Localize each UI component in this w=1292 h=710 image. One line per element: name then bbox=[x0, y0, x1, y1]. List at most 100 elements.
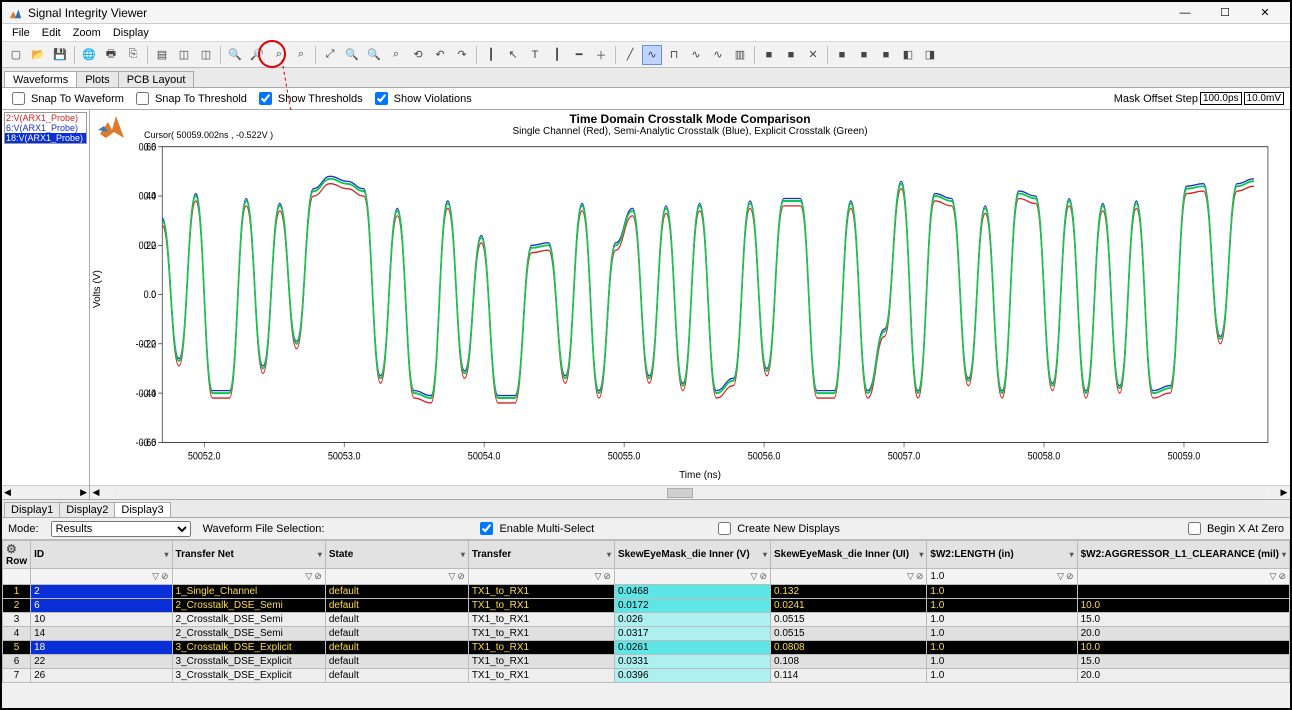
plot-area[interactable]: -0.6-0.4-0.200.20.40.650052.050053.05005… bbox=[122, 137, 1278, 479]
clear-filter-icon[interactable]: ⊘ bbox=[1278, 571, 1286, 582]
tb-zoom-fit-icon[interactable]: ⤢ bbox=[320, 45, 340, 65]
tb-step-fwd-icon[interactable]: ↷ bbox=[452, 45, 472, 65]
sort-icon[interactable]: ▾ bbox=[919, 550, 923, 559]
funnel-icon[interactable]: ▽ bbox=[305, 571, 312, 582]
col--w2-length-in-[interactable]: $W2:LENGTH (in)▾ bbox=[927, 541, 1077, 569]
tb-sq3-icon[interactable]: ■ bbox=[832, 45, 852, 65]
tb-zoom-area2-icon[interactable]: ⌕ bbox=[291, 45, 311, 65]
filter-input[interactable] bbox=[176, 571, 304, 582]
menu-edit[interactable]: Edit bbox=[38, 26, 65, 40]
table-row[interactable]: 121_Single_ChanneldefaultTX1_to_RX10.046… bbox=[3, 585, 1290, 599]
display-tab-display3[interactable]: Display3 bbox=[114, 502, 170, 517]
sort-icon[interactable]: ▾ bbox=[165, 550, 169, 559]
sort-icon[interactable]: ▾ bbox=[318, 550, 322, 559]
menu-display[interactable]: Display bbox=[109, 26, 153, 40]
tb-text-icon[interactable]: T bbox=[525, 45, 545, 65]
mask-time-value[interactable]: 100.0ps bbox=[1200, 92, 1242, 105]
filter-input[interactable] bbox=[472, 571, 593, 582]
sidebar-scroll[interactable]: ◀▶ bbox=[2, 485, 89, 499]
tb-crosshair-icon[interactable]: ＋ bbox=[591, 45, 611, 65]
tb-cursor-icon[interactable]: ↖ bbox=[503, 45, 523, 65]
close-button[interactable]: ✕ bbox=[1246, 3, 1284, 23]
maximize-button[interactable]: ☐ bbox=[1206, 3, 1244, 23]
clear-filter-icon[interactable]: ⊘ bbox=[1066, 571, 1074, 582]
table-row[interactable]: 3102_Crosstalk_DSE_SemidefaultTX1_to_RX1… bbox=[3, 613, 1290, 627]
col-state[interactable]: State▾ bbox=[325, 541, 468, 569]
funnel-icon[interactable]: ▽ bbox=[751, 571, 758, 582]
results-grid[interactable]: ⚙RowID▾Transfer Net▾State▾Transfer▾SkewE… bbox=[2, 540, 1290, 708]
tb-open-icon[interactable]: 📂 bbox=[28, 45, 48, 65]
mask-volt-value[interactable]: 10.0mV bbox=[1244, 92, 1284, 105]
funnel-icon[interactable]: ▽ bbox=[1057, 571, 1064, 582]
tb-ruler-h-icon[interactable]: ━ bbox=[569, 45, 589, 65]
tb-zoom-reset-icon[interactable]: ⟲ bbox=[408, 45, 428, 65]
minimize-button[interactable]: — bbox=[1166, 3, 1204, 23]
filter-input[interactable] bbox=[618, 571, 749, 582]
funnel-icon[interactable]: ▽ bbox=[907, 571, 914, 582]
probe-list[interactable]: 2:V(ARX1_Probe)6:V(ARX1_Probe)18:V(ARX1_… bbox=[4, 112, 87, 144]
tb-copy-icon[interactable]: ⎘ bbox=[123, 45, 143, 65]
tab-waveforms[interactable]: Waveforms bbox=[4, 71, 77, 87]
tb-wave3-icon[interactable]: ∿ bbox=[708, 45, 728, 65]
menu-file[interactable]: File bbox=[8, 26, 34, 40]
clear-filter-icon[interactable]: ⊘ bbox=[916, 571, 924, 582]
sort-icon[interactable]: ▾ bbox=[1070, 550, 1074, 559]
filter-input[interactable] bbox=[1081, 571, 1268, 582]
tb-zoom-area-icon[interactable]: ⌕ bbox=[269, 45, 289, 65]
mode-select[interactable]: Results bbox=[51, 521, 191, 537]
clear-filter-icon[interactable]: ⊘ bbox=[314, 571, 322, 582]
table-row[interactable]: 6223_Crosstalk_DSE_ExplicitdefaultTX1_to… bbox=[3, 655, 1290, 669]
table-row[interactable]: 5183_Crosstalk_DSE_ExplicitdefaultTX1_to… bbox=[3, 641, 1290, 655]
tb-print-icon[interactable]: 🖶 bbox=[101, 45, 121, 65]
table-row[interactable]: 4142_Crosstalk_DSE_SemidefaultTX1_to_RX1… bbox=[3, 627, 1290, 641]
menu-zoom[interactable]: Zoom bbox=[69, 26, 105, 40]
create-new-check[interactable]: Create New Displays bbox=[714, 519, 840, 538]
tb-dup2-icon[interactable]: ◫ bbox=[196, 45, 216, 65]
snap-waveform-check[interactable]: Snap To Waveform bbox=[8, 89, 124, 108]
clear-filter-icon[interactable]: ⊘ bbox=[457, 571, 465, 582]
tb-sq4-icon[interactable]: ■ bbox=[854, 45, 874, 65]
probe-item[interactable]: 2:V(ARX1_Probe) bbox=[5, 113, 86, 123]
tb-chart-icon[interactable]: ▥ bbox=[730, 45, 750, 65]
gear-icon[interactable]: ⚙ bbox=[6, 542, 17, 556]
tb-cube2-icon[interactable]: ◨ bbox=[920, 45, 940, 65]
begin-zero-check[interactable]: Begin X At Zero bbox=[1184, 519, 1284, 538]
display-tab-display2[interactable]: Display2 bbox=[59, 502, 115, 517]
tb-zoom-in-icon[interactable]: 🔍 bbox=[225, 45, 245, 65]
clear-filter-icon[interactable]: ⊘ bbox=[161, 571, 169, 582]
tb-wave2-icon[interactable]: ∿ bbox=[686, 45, 706, 65]
table-row[interactable]: 262_Crosstalk_DSE_SemidefaultTX1_to_RX10… bbox=[3, 599, 1290, 613]
sort-icon[interactable]: ▾ bbox=[607, 550, 611, 559]
funnel-icon[interactable]: ▽ bbox=[152, 571, 159, 582]
filter-input[interactable] bbox=[34, 571, 150, 582]
show-thresholds-check[interactable]: Show Thresholds bbox=[255, 89, 363, 108]
tb-sq5-icon[interactable]: ■ bbox=[876, 45, 896, 65]
sort-icon[interactable]: ▾ bbox=[763, 550, 767, 559]
funnel-icon[interactable]: ▽ bbox=[1270, 571, 1277, 582]
show-violations-check[interactable]: Show Violations bbox=[371, 89, 472, 108]
col-skeweyemask-die-inner-v-[interactable]: SkewEyeMask_die Inner (V)▾ bbox=[614, 541, 770, 569]
filter-input[interactable] bbox=[329, 571, 447, 582]
tb-wave-icon[interactable]: ∿ bbox=[642, 45, 662, 65]
tb-globe-icon[interactable]: 🌐 bbox=[79, 45, 99, 65]
table-row[interactable]: 7263_Crosstalk_DSE_ExplicitdefaultTX1_to… bbox=[3, 669, 1290, 683]
probe-item[interactable]: 6:V(ARX1_Probe) bbox=[5, 123, 86, 133]
sort-icon[interactable]: ▾ bbox=[1282, 550, 1286, 559]
tb-pulse-icon[interactable]: ⊓ bbox=[664, 45, 684, 65]
filter-input[interactable] bbox=[930, 571, 1055, 582]
col-skeweyemask-die-inner-ui-[interactable]: SkewEyeMask_die Inner (UI)▾ bbox=[770, 541, 926, 569]
plot-scrollbar[interactable]: ◀▶ bbox=[90, 485, 1290, 499]
tb-sq2-icon[interactable]: ■ bbox=[781, 45, 801, 65]
tb-new-icon[interactable]: ▢ bbox=[6, 45, 26, 65]
col-transfer[interactable]: Transfer▾ bbox=[468, 541, 614, 569]
sort-icon[interactable]: ▾ bbox=[461, 550, 465, 559]
tb-marker-h-icon[interactable]: ┃ bbox=[481, 45, 501, 65]
tb-zoom-y-icon[interactable]: 🔍 bbox=[364, 45, 384, 65]
tab-plots[interactable]: Plots bbox=[76, 71, 118, 87]
tb-zoom-out-icon[interactable]: 🔎 bbox=[247, 45, 267, 65]
snap-threshold-check[interactable]: Snap To Threshold bbox=[132, 89, 247, 108]
filter-input[interactable] bbox=[774, 571, 905, 582]
tb-cube-icon[interactable]: ◧ bbox=[898, 45, 918, 65]
clear-filter-icon[interactable]: ⊘ bbox=[759, 571, 767, 582]
clear-filter-icon[interactable]: ⊘ bbox=[603, 571, 611, 582]
